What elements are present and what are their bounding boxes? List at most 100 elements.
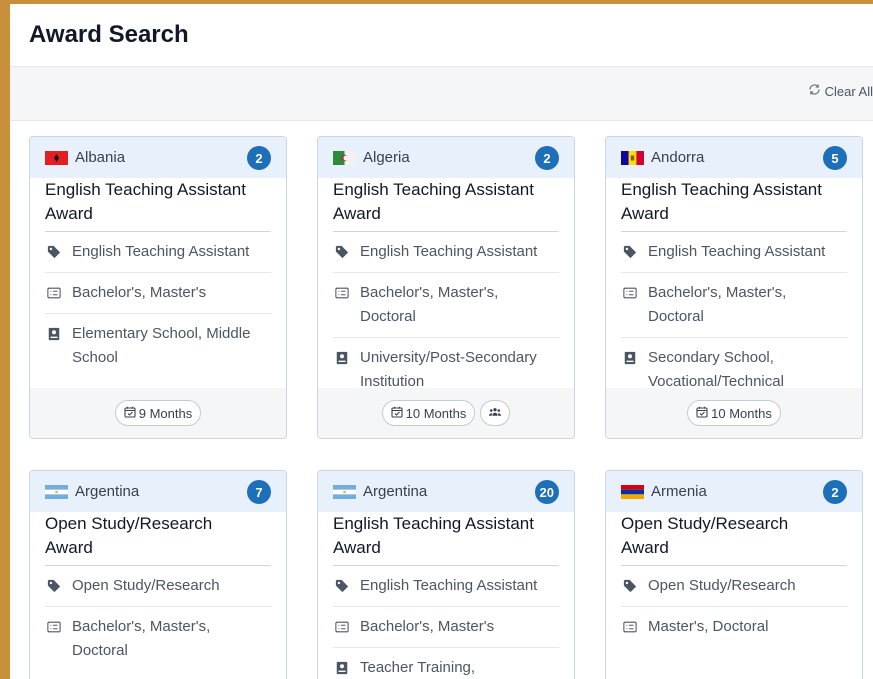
award-title-line: Award bbox=[45, 204, 93, 223]
award-title[interactable]: English Teaching Assistant Award bbox=[606, 178, 862, 226]
attribute-row: Teacher Training, bbox=[333, 648, 559, 679]
award-attributes: English Teaching Assistant Bachelor's, M… bbox=[318, 566, 574, 679]
award-title[interactable]: Open Study/Research Award bbox=[30, 512, 286, 560]
refresh-icon bbox=[808, 83, 821, 99]
calendar-check-icon bbox=[391, 406, 403, 421]
school-book-icon bbox=[45, 327, 63, 341]
award-title[interactable]: English Teaching Assistant Award bbox=[30, 178, 286, 226]
duration-text: 10 Months bbox=[711, 405, 772, 421]
albania-flag-icon bbox=[45, 150, 68, 165]
award-card[interactable]: Albania 2 English Teaching Assistant Awa… bbox=[29, 136, 287, 439]
title-bar: Award Search bbox=[10, 4, 873, 67]
duration-pill[interactable]: 9 Months bbox=[114, 400, 202, 426]
attribute-row: Elementary School, Middle School bbox=[45, 314, 271, 378]
award-count-badge: 2 bbox=[535, 146, 559, 170]
award-count-badge: 5 bbox=[823, 146, 847, 170]
attribute-row: English Teaching Assistant bbox=[621, 232, 847, 273]
award-card[interactable]: Argentina 7 Open Study/Research Award Op… bbox=[29, 470, 287, 679]
attribute-text: Open Study/Research bbox=[648, 577, 796, 594]
country-name: Armenia bbox=[651, 483, 707, 500]
award-count-badge: 2 bbox=[823, 480, 847, 504]
argentina-flag-icon bbox=[45, 484, 68, 499]
calendar-check-icon bbox=[696, 406, 708, 421]
award-title-line: Award bbox=[333, 538, 381, 557]
attribute-row: English Teaching Assistant bbox=[333, 232, 559, 273]
attribute-text: English Teaching Assistant bbox=[72, 243, 250, 260]
country-name: Albania bbox=[75, 149, 126, 166]
country-name: Algeria bbox=[363, 149, 410, 166]
duration-text: 10 Months bbox=[405, 405, 467, 421]
attribute-text: Bachelor's, Master's, Doctoral bbox=[360, 284, 499, 325]
clear-all-button[interactable]: Clear All bbox=[808, 83, 873, 99]
degree-list-icon bbox=[333, 620, 351, 634]
school-book-icon bbox=[333, 661, 351, 675]
award-title[interactable]: English Teaching Assistant Award bbox=[318, 178, 574, 226]
card-header: Argentina 20 bbox=[318, 471, 574, 512]
attribute-row: Open Study/Research bbox=[45, 566, 271, 607]
award-title-line: Award bbox=[621, 204, 669, 223]
degree-list-icon bbox=[45, 286, 63, 300]
degree-list-icon bbox=[45, 620, 63, 634]
attribute-row: English Teaching Assistant bbox=[45, 232, 271, 273]
award-card[interactable]: Armenia 2 Open Study/Research Award Open… bbox=[605, 470, 863, 679]
attribute-text: Teacher Training, bbox=[360, 659, 476, 676]
attribute-row: Bachelor's, Master's, Doctoral bbox=[45, 607, 271, 671]
attribute-text: Elementary School, Middle School bbox=[72, 325, 251, 366]
award-attributes: Open Study/Research Master's, Doctoral bbox=[606, 566, 862, 647]
degree-list-icon bbox=[621, 286, 639, 300]
attribute-text: Open Study/Research bbox=[72, 577, 220, 594]
tag-icon bbox=[333, 579, 351, 593]
duration-pill[interactable]: 10 Months bbox=[687, 400, 781, 426]
attribute-row: Bachelor's, Master's, Doctoral bbox=[621, 273, 847, 338]
award-title-line: Open Study/Research bbox=[45, 514, 213, 533]
degree-list-icon bbox=[621, 620, 639, 634]
attribute-text: Bachelor's, Master's, Doctoral bbox=[72, 618, 211, 659]
card-footer: 9 Months bbox=[30, 388, 286, 438]
award-title-line: Award bbox=[621, 538, 669, 557]
attribute-text: Bachelor's, Master's bbox=[72, 284, 207, 301]
card-header: Algeria 2 bbox=[318, 137, 574, 178]
duration-pill[interactable]: 10 Months bbox=[381, 400, 476, 426]
algeria-flag-icon bbox=[333, 150, 356, 165]
card-footer: 10 Months bbox=[606, 388, 862, 438]
attribute-text: Secondary School, Vocational/Technical bbox=[648, 349, 784, 390]
country-name: Andorra bbox=[651, 149, 705, 166]
tag-icon bbox=[333, 245, 351, 259]
attribute-text: Bachelor's, Master's bbox=[360, 618, 495, 635]
attribute-row: English Teaching Assistant bbox=[333, 566, 559, 607]
award-attributes: English Teaching Assistant Bachelor's, M… bbox=[30, 232, 286, 378]
armenia-flag-icon bbox=[621, 484, 644, 499]
attribute-text: Master's, Doctoral bbox=[648, 618, 769, 635]
school-book-icon bbox=[621, 351, 639, 365]
award-attributes: Open Study/Research Bachelor's, Master's… bbox=[30, 566, 286, 671]
attribute-row: Open Study/Research bbox=[621, 566, 847, 607]
attribute-row: Bachelor's, Master's bbox=[45, 273, 271, 314]
award-title-line: English Teaching Assistant bbox=[45, 180, 246, 199]
attribute-text: Bachelor's, Master's, Doctoral bbox=[648, 284, 787, 325]
award-title-line: Award bbox=[333, 204, 381, 223]
award-title[interactable]: English Teaching Assistant Award bbox=[318, 512, 574, 560]
card-header: Armenia 2 bbox=[606, 471, 862, 512]
card-footer: 10 Months bbox=[318, 388, 574, 438]
andorra-flag-icon bbox=[621, 150, 644, 165]
award-title-line: English Teaching Assistant bbox=[333, 514, 534, 533]
tag-icon bbox=[45, 579, 63, 593]
attribute-text: English Teaching Assistant bbox=[648, 243, 826, 260]
award-count-badge: 7 bbox=[247, 480, 271, 504]
award-card[interactable]: Algeria 2 English Teaching Assistant Awa… bbox=[317, 136, 575, 439]
clear-all-label: Clear All bbox=[824, 83, 873, 99]
award-card[interactable]: Argentina 20 English Teaching Assistant … bbox=[317, 470, 575, 679]
award-title-line: English Teaching Assistant bbox=[333, 180, 534, 199]
award-title-line: English Teaching Assistant bbox=[621, 180, 822, 199]
school-book-icon bbox=[333, 351, 351, 365]
calendar-check-icon bbox=[124, 406, 136, 421]
award-title[interactable]: Open Study/Research Award bbox=[606, 512, 862, 560]
country-name: Argentina bbox=[75, 483, 140, 500]
attribute-text: University/Post-Secondary Institution bbox=[360, 349, 537, 390]
tag-icon bbox=[45, 245, 63, 259]
attribute-text: English Teaching Assistant bbox=[360, 577, 538, 594]
attribute-row: Bachelor's, Master's, Doctoral bbox=[333, 273, 559, 338]
award-card[interactable]: Andorra 5 English Teaching Assistant Awa… bbox=[605, 136, 863, 439]
card-header: Albania 2 bbox=[30, 137, 286, 178]
group-pill[interactable] bbox=[480, 400, 511, 426]
